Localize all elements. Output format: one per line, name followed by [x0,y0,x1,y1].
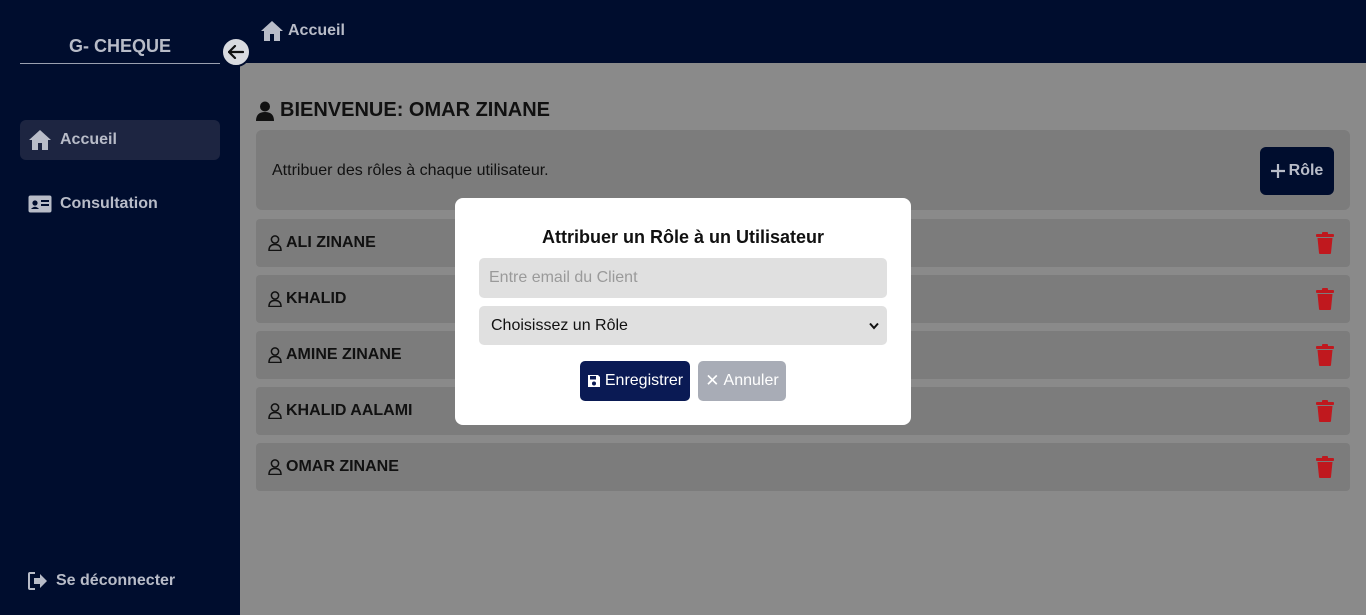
user-outline-icon [268,347,282,363]
cancel-label: Annuler [723,372,779,389]
trash-icon[interactable] [1316,344,1334,366]
banner-text: Attribuer des rôles à chaque utilisateur… [272,162,549,179]
user-icon [256,101,274,121]
trash-icon[interactable] [1316,456,1334,478]
page-title: BIENVENUE: OMAR ZINANE [256,99,550,122]
logout-label: Se déconnecter [56,572,176,589]
assign-role-modal: Attribuer un Rôle à un Utilisateur Chois… [455,198,911,425]
user-name: KHALID AALAMI [286,402,413,419]
save-label: Enregistrer [604,372,684,389]
user-outline-icon [268,459,282,475]
sidebar-item-label: Consultation [60,195,158,212]
user-name: ALI ZINANE [286,234,376,251]
user-name: OMAR ZINANE [286,458,399,475]
sidebar-item-consultation[interactable]: Consultation [20,184,220,224]
email-input[interactable] [479,258,887,298]
user-outline-icon [268,403,282,419]
trash-icon[interactable] [1316,400,1334,422]
modal-title: Attribuer un Rôle à un Utilisateur [541,227,825,247]
sidebar-item-accueil[interactable]: Accueil [20,120,220,160]
top-bar: Accueil [240,0,1366,63]
collapse-sidebar-button[interactable] [221,37,251,67]
id-card-icon [28,195,52,213]
sidebar-item-label: Accueil [60,131,117,148]
trash-icon[interactable] [1316,232,1334,254]
logout-button[interactable]: Se déconnecter [28,572,175,590]
user-name: AMINE ZINANE [286,346,402,363]
add-role-button[interactable]: Rôle [1260,147,1334,195]
arrow-left-icon [228,45,244,59]
chevron-down-icon [869,322,879,330]
save-button[interactable]: Enregistrer [580,361,690,401]
trash-icon[interactable] [1316,288,1334,310]
floppy-disk-icon [587,375,600,387]
welcome-text: BIENVENUE: OMAR ZINANE [280,99,551,121]
breadcrumb[interactable]: Accueil [260,20,345,42]
home-icon [29,130,51,150]
brand-logo: G- CHEQUE [20,36,220,64]
role-select[interactable]: Choisissez un Rôle [479,306,887,345]
close-icon: ✕ [705,371,720,390]
user-row: OMAR ZINANE [256,443,1350,491]
breadcrumb-label: Accueil [288,22,345,39]
cancel-button[interactable]: ✕ Annuler [698,361,786,401]
user-outline-icon [268,235,282,251]
user-name: KHALID [286,290,347,307]
sign-out-icon [28,572,47,590]
home-icon [261,21,283,41]
plus-icon [1270,164,1285,178]
brand-text: G- CHEQUE [68,36,171,56]
user-outline-icon [268,291,282,307]
add-role-label: Rôle [1288,162,1324,179]
sidebar: G- CHEQUE Accueil Consultation Se déconn… [0,0,240,615]
role-select-value: Choisissez un Rôle [491,316,628,334]
